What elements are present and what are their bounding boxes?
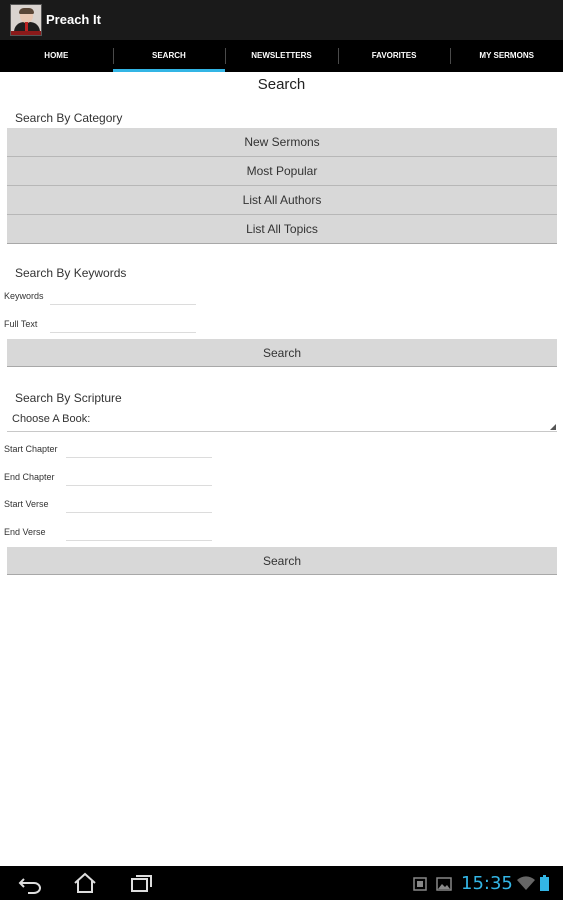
recent-apps-icon[interactable] bbox=[128, 872, 154, 894]
scripture-search-button[interactable]: Search bbox=[7, 547, 557, 575]
clock: 15:35 bbox=[461, 873, 513, 894]
scripture-section-label: Search By Scripture bbox=[15, 391, 122, 405]
most-popular-button[interactable]: Most Popular bbox=[7, 157, 557, 186]
start-chapter-input[interactable] bbox=[66, 442, 212, 458]
action-bar: Preach It bbox=[0, 0, 563, 40]
full-text-label: Full Text bbox=[4, 319, 38, 329]
system-bar: 15:35 bbox=[0, 866, 563, 900]
category-button-group: New Sermons Most Popular List All Author… bbox=[7, 128, 557, 244]
keywords-input[interactable] bbox=[50, 289, 196, 305]
keywords-section-label: Search By Keywords bbox=[15, 266, 127, 280]
battery-icon bbox=[540, 875, 549, 891]
wifi-icon bbox=[517, 876, 535, 890]
end-verse-label: End Verse bbox=[4, 527, 46, 537]
screenshot-notify-icon bbox=[413, 877, 427, 891]
tab-home[interactable]: HOME bbox=[0, 40, 113, 72]
home-icon[interactable] bbox=[72, 872, 98, 894]
end-chapter-input[interactable] bbox=[66, 470, 212, 486]
new-sermons-button[interactable]: New Sermons bbox=[7, 128, 557, 157]
book-select-value: Choose A Book: bbox=[12, 413, 91, 425]
list-all-topics-button[interactable]: List All Topics bbox=[7, 215, 557, 244]
tab-favorites[interactable]: FAVORITES bbox=[337, 40, 451, 72]
dropdown-arrow-icon bbox=[550, 424, 556, 430]
end-chapter-label: End Chapter bbox=[4, 472, 55, 482]
keyword-search-button[interactable]: Search bbox=[7, 339, 557, 367]
page-title: Search bbox=[257, 76, 306, 93]
tab-bar: HOME SEARCH NEWSLETTERS FAVORITES MY SER… bbox=[0, 40, 563, 72]
end-verse-input[interactable] bbox=[66, 525, 212, 541]
app-title: Preach It bbox=[46, 12, 101, 27]
start-verse-label: Start Verse bbox=[4, 499, 49, 509]
list-all-authors-button[interactable]: List All Authors bbox=[7, 186, 557, 215]
start-verse-input[interactable] bbox=[66, 497, 212, 513]
book-select[interactable]: Choose A Book: bbox=[7, 411, 557, 432]
back-icon[interactable] bbox=[18, 872, 44, 894]
gallery-notify-icon bbox=[436, 877, 452, 891]
app-logo-icon[interactable] bbox=[10, 4, 42, 36]
tab-my-sermons[interactable]: MY SERMONS bbox=[450, 40, 563, 72]
tab-newsletters[interactable]: NEWSLETTERS bbox=[225, 40, 338, 72]
category-section-label: Search By Category bbox=[15, 111, 123, 125]
keywords-label: Keywords bbox=[4, 291, 44, 301]
full-text-input[interactable] bbox=[50, 317, 196, 333]
tab-search[interactable]: SEARCH bbox=[112, 40, 226, 72]
start-chapter-label: Start Chapter bbox=[4, 444, 58, 454]
